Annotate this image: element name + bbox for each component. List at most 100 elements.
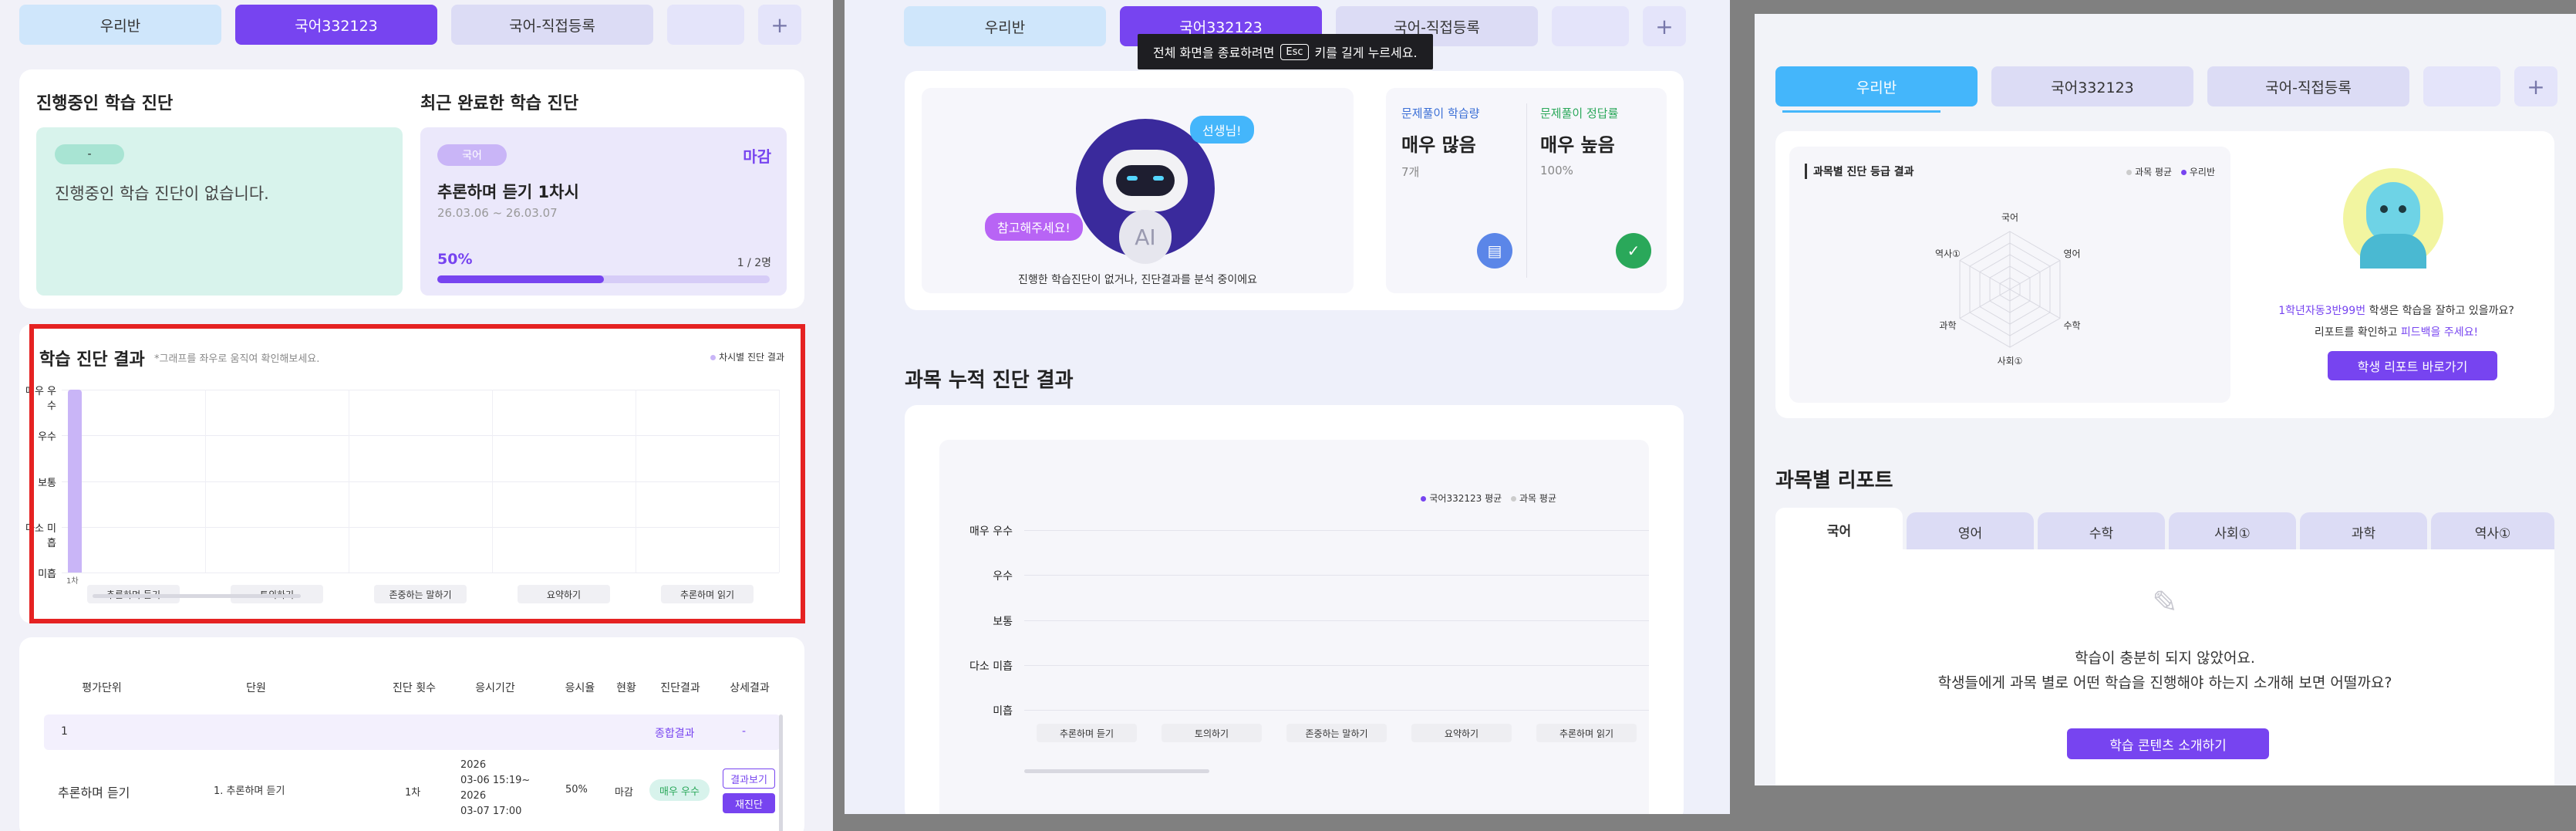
cumulative-title: 과목 누적 진단 결과 <box>905 369 1074 392</box>
bubble-note: 참고해주세요! <box>985 213 1083 241</box>
feedback-line: 리포트를 확인하고 피드백을 주세요! <box>2238 324 2554 339</box>
feedback-link[interactable]: 피드백을 주세요! <box>2401 326 2478 339</box>
tab-our-class[interactable]: 우리반 <box>19 5 221 45</box>
subject-report-card: ✎ 학습이 충분히 되지 않았어요. 학생들에게 과목 별로 어떤 학습을 진행… <box>1775 549 2554 785</box>
content-intro-button[interactable]: 학습 콘텐츠 소개하기 <box>2067 728 2269 759</box>
view-result-button[interactable]: 결과보기 <box>723 769 775 789</box>
y-tick-label: 보통 <box>993 615 1013 628</box>
bar-label: 1차 <box>66 577 79 586</box>
subject-tab-math[interactable]: 수학 <box>2038 512 2165 551</box>
class-tabs: 우리반 국어332123 국어-직접등록 + <box>19 5 801 45</box>
th-detail: 상세결과 <box>730 682 770 694</box>
retest-button[interactable]: 재진단 <box>723 793 775 813</box>
empty-line-2: 학생들에게 과목 별로 어떤 학습을 진행해야 하는지 소개해 보면 어떨까요? <box>1937 674 2392 691</box>
grid-line <box>1024 664 1649 666</box>
th-unit: 평가단위 <box>82 682 122 694</box>
y-tick-label: 다소 미흡 <box>969 660 1013 673</box>
table-group-row: 1 종합결과 - <box>44 714 781 750</box>
grid-line <box>1024 530 1649 531</box>
add-tab-button[interactable]: + <box>1643 6 1686 46</box>
tab-korean-direct[interactable]: 국어-직접등록 <box>2207 66 2409 106</box>
chart-scrollbar[interactable] <box>1024 769 1209 773</box>
x-tick-label: 토의하기 <box>1162 724 1262 742</box>
document-icon[interactable]: ▤ <box>1477 233 1512 269</box>
grid-line <box>62 481 779 482</box>
group-summary-link[interactable]: 종합결과 <box>655 725 695 741</box>
bubble-teacher: 선생님! <box>1190 116 1254 144</box>
subject-report-title: 과목별 리포트 <box>1775 469 1893 492</box>
th-rate: 응시율 <box>565 682 595 694</box>
stat-accuracy-value: 매우 높음 <box>1540 134 1615 156</box>
radar-spoke <box>1959 289 2011 319</box>
bar <box>68 390 82 573</box>
subject-tab-history[interactable]: 역사① <box>2431 512 2554 551</box>
tab-empty[interactable] <box>667 5 744 45</box>
tab-korean-direct[interactable]: 국어-직접등록 <box>451 5 653 45</box>
chart-scrollbar[interactable] <box>93 594 301 598</box>
toast-post: 키를 길게 누르세요. <box>1314 46 1418 60</box>
th-status: 현황 <box>616 682 636 694</box>
radar-chart[interactable]: 국어 영어 수학 사회① 과학 역사① <box>1789 147 2230 403</box>
tab-korean-332123[interactable]: 국어332123 <box>1991 66 2193 106</box>
x-tick-label: 추론하며 듣기 <box>1037 724 1137 742</box>
th-chapter: 단원 <box>246 682 266 694</box>
legend-dot <box>1511 496 1517 502</box>
cumulative-legend: 국어332123 평균 과목 평균 <box>1421 492 1556 505</box>
radar-spoke <box>1959 260 2011 290</box>
subject-tab-korean[interactable]: 국어 <box>1775 508 1903 551</box>
y-tick-label: 우수 <box>38 431 56 444</box>
tab-korean-332123[interactable]: 국어332123 <box>235 5 437 45</box>
radar-axis-label: 역사① <box>1935 248 1961 259</box>
row-period-line: 03-06 15:19~ <box>460 775 531 786</box>
tab-empty[interactable] <box>2423 66 2500 106</box>
radar-axis-label: 수학 <box>2063 319 2081 331</box>
x-tick-label: 추론하며 읽기 <box>661 585 754 603</box>
student-line: 1학년자동3반99번 학생은 학습을 잘하고 있을까요? <box>2238 302 2554 318</box>
radar-axis-label: 영어 <box>2063 248 2081 259</box>
ai-caption: 진행한 학습진단이 없거나, 진단결과를 분석 중이에요 <box>1017 274 1258 286</box>
ai-box: AI 선생님! 참고해주세요! 진행한 학습진단이 없거나, 진단결과를 분석 … <box>922 88 1354 293</box>
cumulative-chart-area[interactable]: 매우 우수 우수 보통 다소 미흡 미흡 추론하며 듣기 토의하기 존중하는 말하기 요약하기 추… <box>905 405 1684 814</box>
grid-line <box>1024 620 1649 621</box>
toast-pre: 전체 화면을 종료하려면 <box>1153 46 1275 60</box>
x-tick-label: 요약하기 <box>1411 724 1512 742</box>
radar-spoke <box>2009 289 2061 319</box>
row-period-line: 2026 <box>460 790 487 802</box>
radar-axis-label: 과학 <box>1939 319 1957 331</box>
student-report-button[interactable]: 학생 리포트 바로가기 <box>2328 351 2497 380</box>
row-period: 2026 03-06 15:19~ 2026 03-07 17:00 <box>460 758 530 819</box>
fullscreen-toast: 전체 화면을 종료하려면 Esc 키를 길게 누르세요. <box>1138 34 1433 69</box>
subject-tab-social[interactable]: 사회① <box>2169 512 2296 551</box>
recent-subject-chip: 국어 <box>437 144 507 166</box>
grid-line-vertical <box>205 390 206 573</box>
radar-axis-label: 국어 <box>2001 212 2019 223</box>
in-progress-empty: 진행중인 학습 진단이 없습니다. <box>55 184 269 203</box>
panel-our-class: 우리반 국어332123 국어-직접등록 + 과목별 진단 등급 결과 과목 평… <box>1755 14 2576 785</box>
radar-spoke <box>2009 260 2061 290</box>
tab-our-class[interactable]: 우리반 <box>904 6 1106 46</box>
y-tick-label: 미흡 <box>38 569 56 580</box>
diagnosis-chart-area[interactable]: 매우 우수우수보통다소 미흡미흡추론하며 듣기토의하기존중하는 말하기요약하기추… <box>19 324 804 623</box>
diagnosis-chart-card: 학습 진단 결과 *그래프를 좌우로 움직여 확인해보세요. 차시별 진단 결과… <box>19 324 804 623</box>
th-period: 응시기간 <box>475 682 515 694</box>
add-tab-button[interactable]: + <box>758 5 801 45</box>
y-tick-label: 보통 <box>38 477 56 489</box>
table-scrollbar[interactable] <box>779 714 783 831</box>
group-index: 1 <box>61 725 68 738</box>
check-icon[interactable]: ✓ <box>1616 233 1651 269</box>
tab-empty[interactable] <box>1552 6 1629 46</box>
student-avatar <box>2343 168 2443 269</box>
stat-accuracy-label: 문제풀이 정답률 <box>1540 106 1619 120</box>
x-tick-label: 추론하며 읽기 <box>1536 724 1637 742</box>
stats-box: 문제풀이 학습량 매우 많음 7개 ▤ 문제풀이 정답률 매우 높음 100% … <box>1386 88 1667 293</box>
recent-period: 26.03.06 ~ 26.03.07 <box>437 206 558 220</box>
recent-box[interactable]: 국어 마감 추론하며 듣기 1차시 26.03.06 ~ 26.03.07 50… <box>420 127 787 296</box>
add-tab-button[interactable]: + <box>2514 66 2557 106</box>
feedback-pre: 리포트를 확인하고 <box>2314 326 2398 339</box>
recent-status: 마감 <box>743 147 771 166</box>
tab-our-class[interactable]: 우리반 <box>1775 66 1978 106</box>
y-tick-label: 우수 <box>993 570 1013 583</box>
x-tick-label: 존중하는 말하기 <box>374 585 467 603</box>
subject-tab-science[interactable]: 과학 <box>2300 512 2427 551</box>
subject-tab-english[interactable]: 영어 <box>1907 512 2034 551</box>
